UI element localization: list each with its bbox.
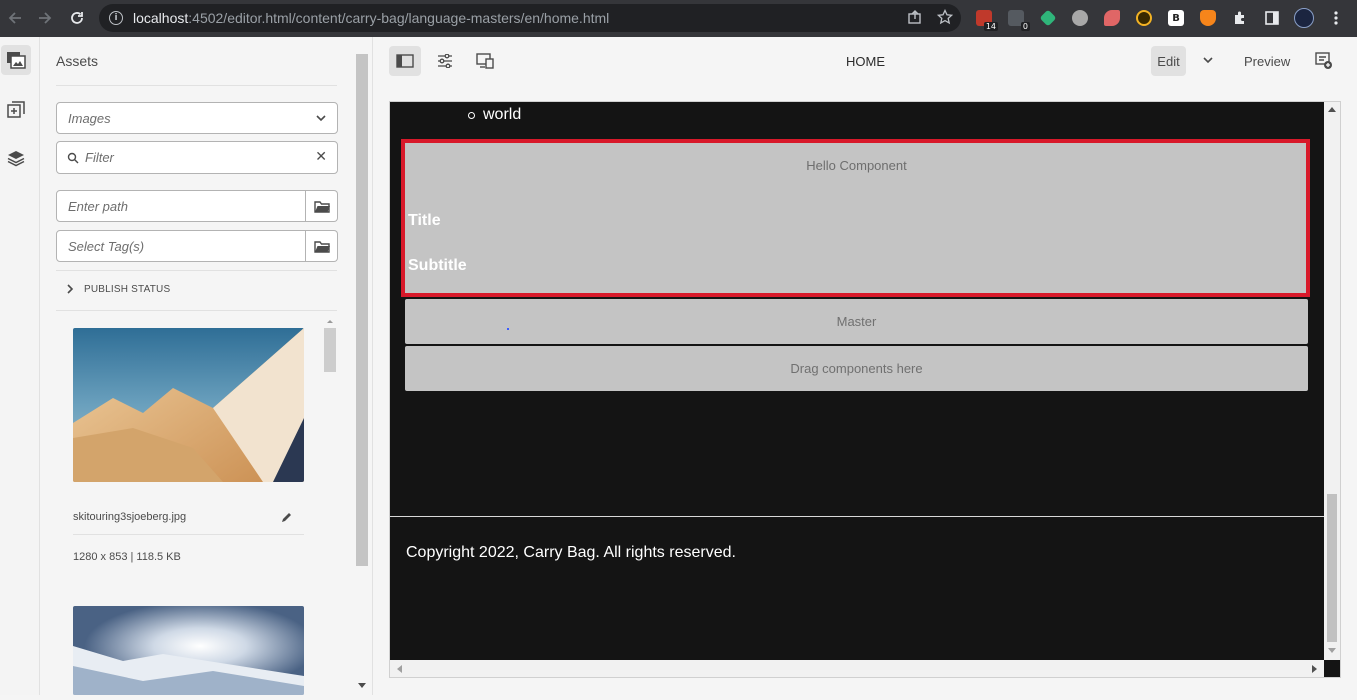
canvas-horizontal-scrollbar[interactable] [390,660,1324,677]
forward-arrow-icon [39,12,52,24]
asset-type-select[interactable]: Images [56,102,338,134]
chevron-down-icon[interactable] [1202,55,1214,65]
bullet-circle [468,111,475,119]
asset-thumbnail-snowfield[interactable] [73,606,304,695]
search-icon [67,152,79,163]
asset-list-scroll-thumb[interactable] [324,328,336,372]
folder-icon [313,240,330,253]
reload-button[interactable] [62,3,92,33]
panel-scroll-thumb[interactable] [356,54,368,566]
path-input[interactable]: Enter path [56,190,306,222]
divider [56,85,337,86]
layers-icon [7,151,25,167]
asset-list-scrollbar[interactable] [323,317,337,695]
publish-status-toggle[interactable]: PUBLISH STATUS [66,283,170,295]
annotations-button[interactable] [1315,52,1333,75]
page-properties-button[interactable] [429,46,461,76]
asset-thumbnail-mountain[interactable] [73,328,304,482]
scroll-up-arrow-icon[interactable] [1328,106,1336,112]
scroll-down-arrow-icon[interactable] [358,683,366,689]
tag-placeholder: Select Tag(s) [68,238,145,254]
chevron-down-icon [316,115,326,122]
tag-input[interactable]: Select Tag(s) [56,230,306,262]
forward-button[interactable] [30,3,60,33]
page-title: HOME [846,54,885,69]
list-item-text: world [483,106,522,123]
scroll-left-arrow-icon[interactable] [396,665,402,673]
assets-panel: Assets Images Filter ✕ Enter path Select… [40,37,373,695]
clear-filter-icon[interactable]: ✕ [315,148,327,165]
divider [56,270,337,271]
side-rail [0,37,40,695]
canvas-vertical-scroll-thumb[interactable] [1327,494,1337,642]
scroll-down-arrow-icon[interactable] [1328,648,1336,654]
emulator-button[interactable] [469,46,501,76]
extensions-puzzle-icon[interactable] [1228,6,1252,30]
back-arrow-icon [8,12,21,24]
divider [73,534,304,535]
components-icon [7,101,25,118]
devices-icon [476,53,494,69]
publish-status-label: PUBLISH STATUS [84,283,171,295]
edit-asset-button[interactable] [281,510,293,528]
asset-name: skitouring3sjoeberg.jpg [73,511,187,523]
edit-mode-button[interactable]: Edit [1151,46,1186,76]
ublock-icon[interactable]: 14 [972,6,998,31]
browser-menu-icon[interactable] [1324,6,1348,30]
page-canvas: world Hello Component Title Subtitle Mas… [389,101,1341,678]
drop-marker [507,328,509,330]
assets-icon [7,52,26,69]
components-tab[interactable] [1,95,31,125]
annotation-add-icon [1315,52,1332,69]
profile-avatar[interactable] [1292,6,1316,30]
toggle-side-panel-button[interactable] [389,46,421,76]
scroll-right-arrow-icon[interactable] [1312,665,1318,673]
back-button[interactable] [0,3,30,33]
share-icon[interactable] [907,9,923,25]
editor-toolbar: HOME Edit Preview [374,37,1357,85]
extensions-bar: 14 0 B [972,6,1348,31]
pencil-icon [282,513,291,522]
b-extension-icon[interactable]: B [1164,6,1188,30]
browser-toolbar: i localhost:4502/editor.html/content/car… [0,0,1357,37]
footer-divider [390,516,1324,517]
path-placeholder: Enter path [68,198,128,214]
address-bar[interactable]: i localhost:4502/editor.html/content/car… [99,4,961,32]
master-component[interactable]: Master [405,299,1308,344]
eraser-extension-icon[interactable] [1100,6,1124,30]
owl-extension-icon[interactable] [1068,6,1092,30]
side-panel-icon[interactable] [1260,6,1284,30]
footer-copyright: Copyright 2022, Carry Bag. All rights re… [406,544,736,561]
asset-meta: 1280 x 853 | 118.5 KB [73,551,181,563]
list-item: world [468,106,521,124]
browse-tags-button[interactable] [306,230,338,262]
browse-path-button[interactable] [306,190,338,222]
site-info-icon[interactable]: i [109,11,123,25]
reload-icon [71,12,83,24]
divider [56,310,337,311]
sliders-icon [438,54,452,68]
assets-tab[interactable] [1,45,31,75]
asset-type-value: Images [68,110,111,126]
folder-icon [313,200,330,213]
panel-title: Assets [56,53,99,69]
content-tree-tab[interactable] [1,143,31,173]
gem-extension-icon[interactable] [1036,6,1060,30]
metamask-icon[interactable] [1196,6,1220,30]
filter-placeholder: Filter [85,150,114,165]
url-text: localhost:4502/editor.html/content/carry… [133,10,610,26]
selected-component-outline [401,139,1310,297]
filter-input[interactable]: Filter ✕ [56,141,338,174]
drag-components-dropzone[interactable]: Drag components here [405,346,1308,391]
record-extension-icon[interactable] [1132,6,1156,30]
side-panel-icon [396,54,414,68]
ghostery-icon[interactable]: 0 [1004,6,1030,31]
chevron-right-icon [67,284,74,294]
bookmark-star-icon[interactable] [937,9,953,25]
preview-button[interactable]: Preview [1244,54,1290,69]
